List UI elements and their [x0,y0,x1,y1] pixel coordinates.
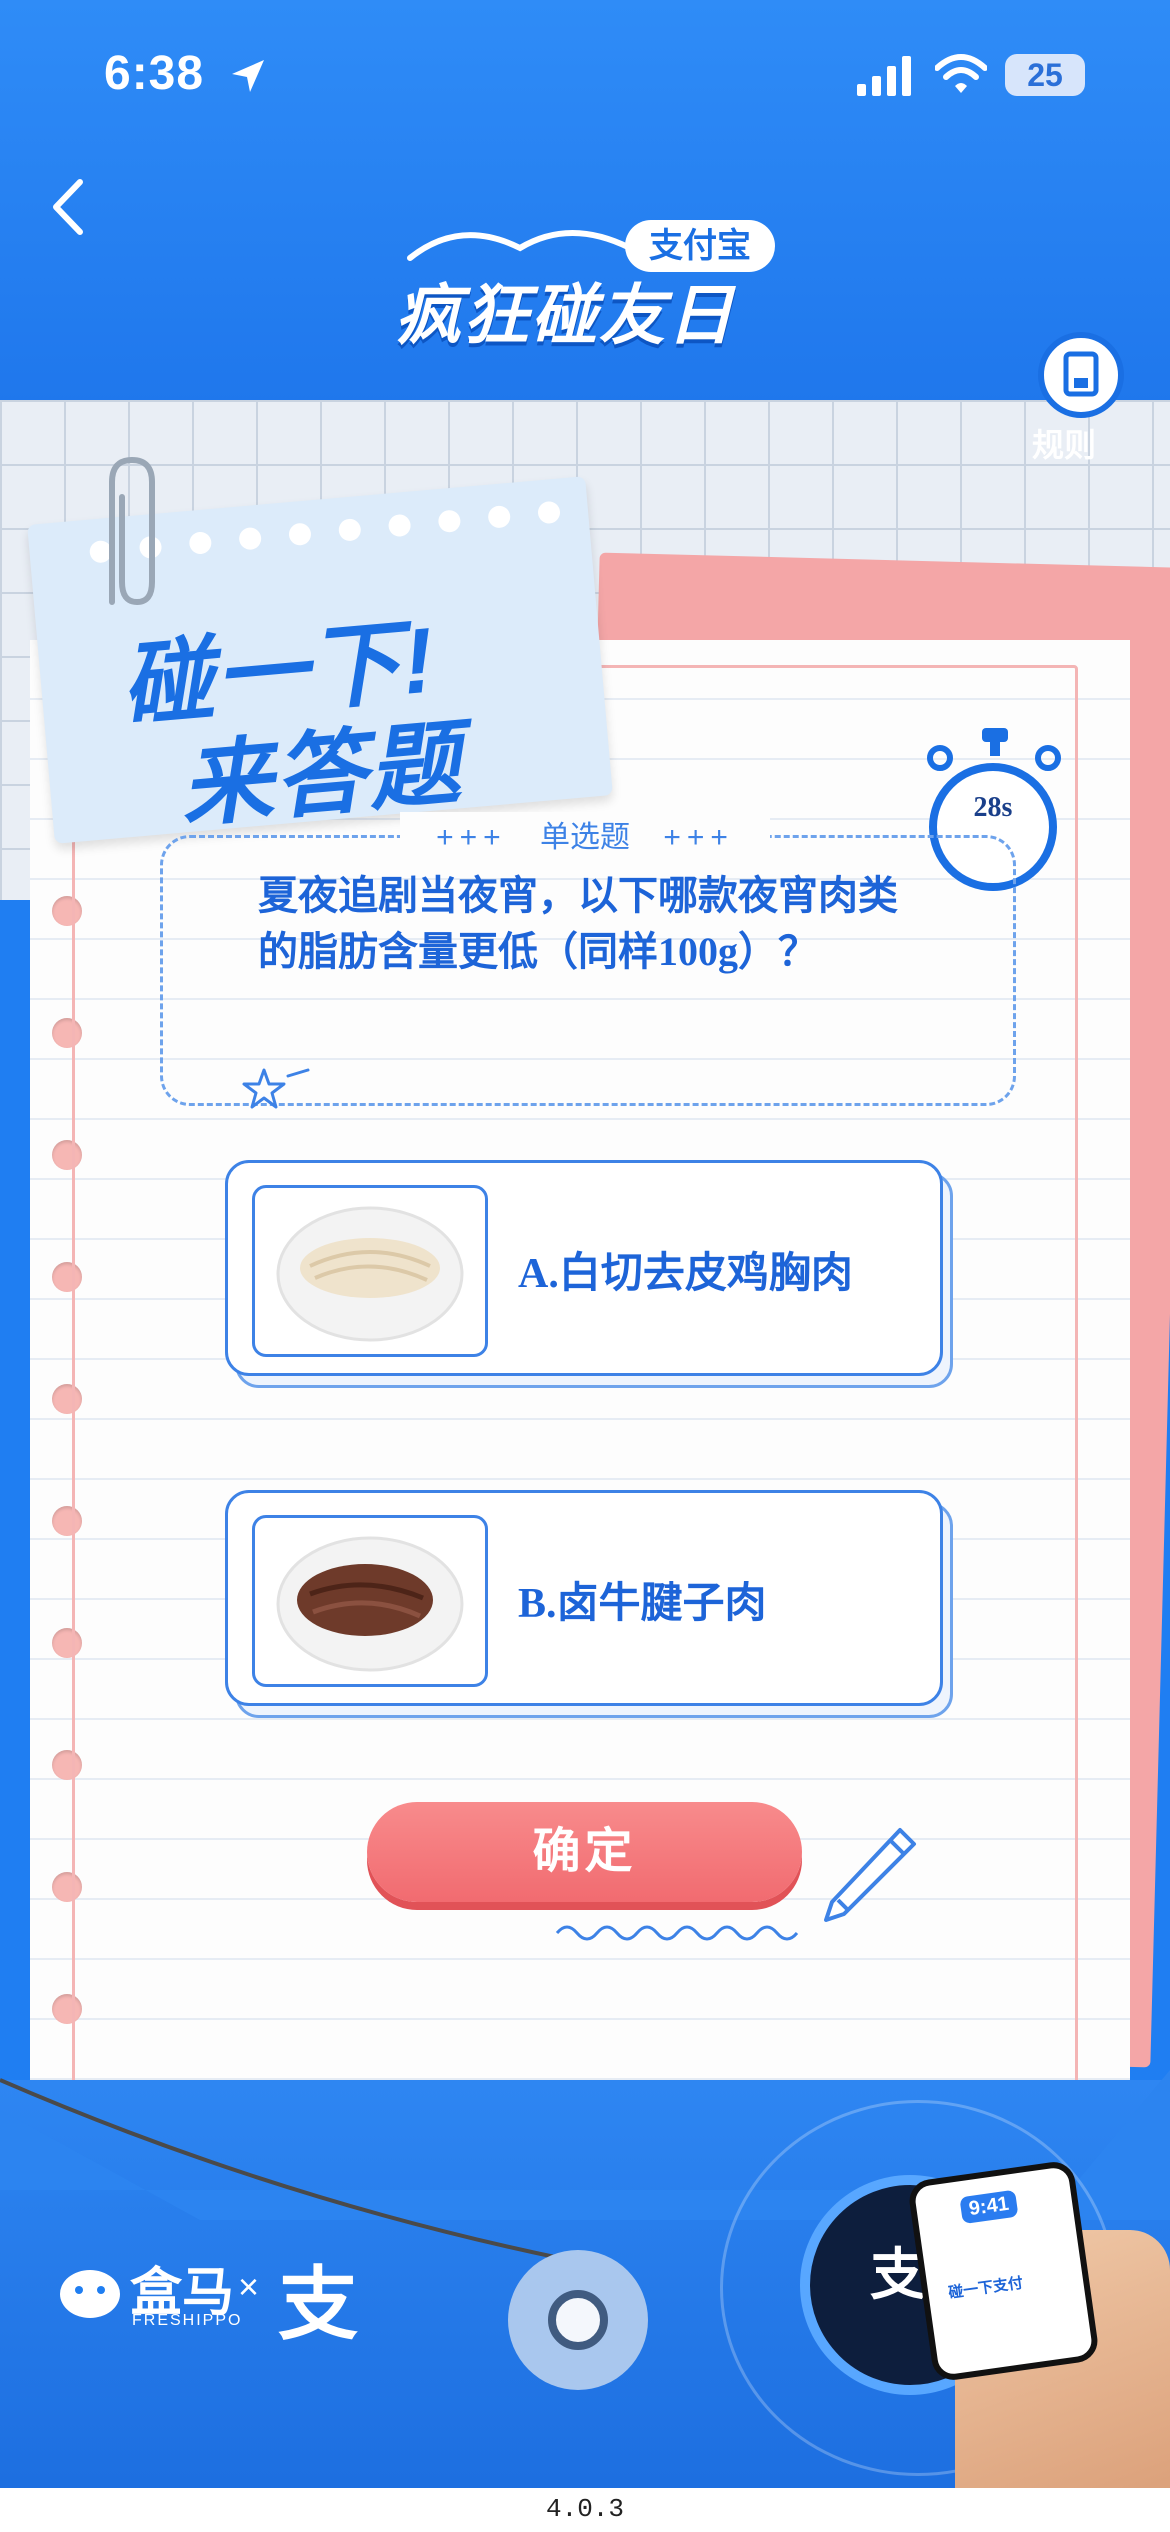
option-card[interactable]: A.白切去皮鸡胸肉 [225,1160,943,1376]
phone-illustration: 9:41 碰一下支付 [906,2159,1101,2383]
note-dot [437,509,462,534]
hema-hippo-icon [55,2254,125,2334]
question-text: 夏夜追剧当夜宵，以下哪款夜宵肉类的脂肪含量更低（同样100g）？ [258,873,898,974]
string-button-disc [508,2250,648,2390]
squiggle-doodle-icon [555,1925,799,1941]
battery-icon: 25 [1005,54,1085,96]
confirm-button[interactable]: 确定 [367,1802,802,1902]
note-dot [288,522,312,547]
status-bar: 6:38 25 [0,0,1170,160]
sparkle-decoration-left: +++ [436,821,507,854]
option-b[interactable]: B.卤牛腱子肉 [225,1490,953,1718]
option-a[interactable]: A.白切去皮鸡胸肉 [225,1160,953,1388]
rules-label: 规则 [1032,427,1097,463]
signal-icon [857,56,911,96]
chevron-left-icon[interactable] [44,172,94,242]
phone-screen-cta: 碰一下支付 [947,2274,1025,2302]
event-title: 疯狂碰友日 [395,278,735,352]
wifi-icon [935,54,987,93]
pencil-doodle-icon [824,1828,916,1922]
timer-remaining: 28s [973,792,1013,823]
hema-brand-en: FRESHIPPO [132,2312,243,2329]
sparkle-decoration-right: +++ [663,821,734,854]
braised-beef-plate-icon [276,1536,464,1672]
version-label: 4.0.3 [545,2494,624,2524]
rules-button[interactable]: 规则 [1030,332,1170,482]
alipay-logo: 支 [278,2260,358,2349]
question-type-label: 单选题 [540,821,630,854]
option-image [252,1515,488,1687]
phone-screen-time: 9:41 [959,2189,1019,2225]
note-dot [337,517,362,542]
document-icon [1038,332,1124,418]
question-type: +++ 单选题 +++ [400,812,770,856]
paperclip-icon [109,456,155,606]
note-dot [537,500,561,525]
option-card[interactable]: B.卤牛腱子肉 [225,1490,943,1706]
note-dot [487,504,512,529]
status-time: 6:38 [104,47,205,100]
chicken-breast-plate-icon [276,1206,464,1342]
option-a-label: A.白切去皮鸡胸肉 [518,1251,853,1297]
star-doodle-icon [242,1068,310,1109]
location-arrow-icon [232,60,264,92]
note-dot [188,531,213,555]
collab-times-sign: × [238,2266,260,2307]
note-dot [387,513,412,538]
option-image [252,1185,488,1357]
button-disc-center [548,2290,608,2350]
note-dot [238,526,263,551]
option-b-label: B.卤牛腱子肉 [518,1581,767,1627]
